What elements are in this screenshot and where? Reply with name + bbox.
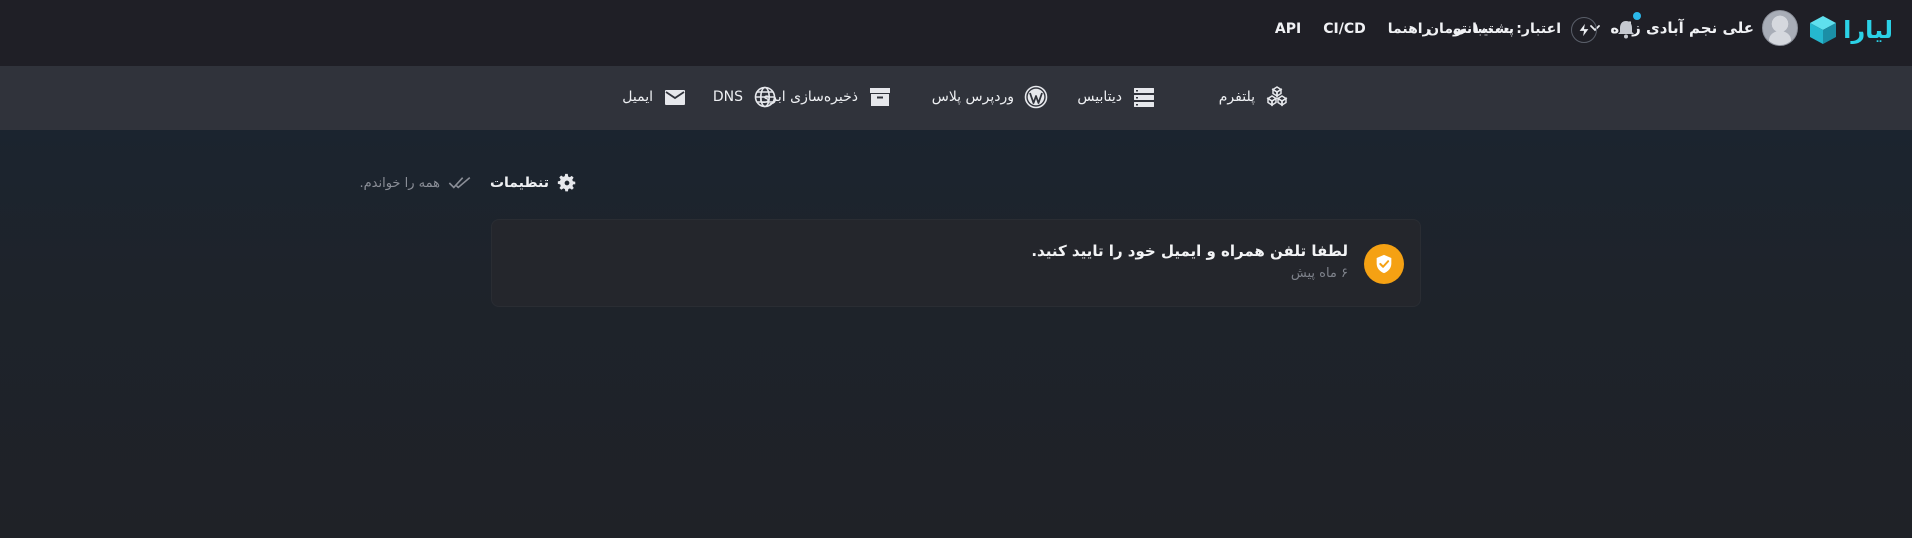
notification-icon	[1364, 244, 1404, 284]
archive-icon	[870, 88, 890, 106]
page-background	[0, 130, 1912, 538]
service-bar: پلتفرم دیتابیس وردپرس پلاس	[0, 66, 1912, 130]
mark-all-read-label: همه را خواندم.	[359, 175, 440, 191]
service-label: پلتفرم	[1218, 89, 1255, 105]
avatar	[1762, 10, 1798, 46]
nav-support[interactable]: پشتیبانی	[1453, 21, 1514, 37]
service-wordpress[interactable]: وردپرس پلاس	[932, 84, 1048, 110]
brand-name: لیارا	[1843, 16, 1893, 44]
cube-logo-icon	[1810, 16, 1837, 44]
top-bar: لیارا علی نجم آبادی زاده اعتبار: ۱،۰۰۰ ت…	[0, 0, 1912, 66]
notification-badge	[1633, 12, 1641, 20]
lightning-icon	[1579, 23, 1589, 37]
notification-title: لطفا تلفن همراه و ایمیل خود را تایید کنی…	[1031, 242, 1348, 260]
bell-icon	[1618, 21, 1634, 39]
service-platform[interactable]: پلتفرم	[1219, 84, 1289, 110]
service-dns[interactable]: DNS	[713, 84, 777, 110]
service-cloud-storage[interactable]: ذخیره‌سازی ابری	[759, 84, 892, 110]
service-label: وردپرس پلاس	[931, 89, 1014, 105]
globe-icon	[754, 86, 776, 108]
wordpress-icon	[1024, 85, 1048, 109]
service-label: دیتابیس	[1077, 89, 1122, 105]
notification-time: ۶ ماه پیش	[1290, 266, 1348, 281]
notification-card[interactable]: لطفا تلفن همراه و ایمیل خود را تایید کنی…	[491, 219, 1421, 307]
settings-button[interactable]: تنظیمات	[490, 172, 578, 194]
top-nav: پشتیبانی راهنما CI/CD API	[1275, 17, 1514, 41]
settings-label: تنظیمات	[489, 175, 549, 191]
service-email[interactable]: ایمیل	[622, 84, 687, 110]
nav-guide[interactable]: راهنما	[1388, 21, 1431, 37]
double-check-icon	[448, 177, 471, 189]
mark-all-read-button[interactable]: همه را خواندم.	[359, 175, 471, 191]
service-label: DNS	[712, 89, 743, 105]
charge-credit-button[interactable]	[1571, 17, 1597, 43]
mail-icon	[665, 90, 685, 105]
platform-icon	[1266, 86, 1288, 107]
brand-logo[interactable]: لیارا	[1807, 13, 1893, 47]
nav-api[interactable]: API	[1275, 21, 1301, 37]
shield-check-icon	[1376, 254, 1392, 274]
nav-cicd[interactable]: CI/CD	[1323, 21, 1366, 37]
service-database[interactable]: دیتابیس	[1077, 84, 1156, 110]
database-icon	[1134, 88, 1154, 107]
gear-icon	[557, 173, 576, 192]
notification-bell[interactable]	[1615, 12, 1641, 40]
service-label: ایمیل	[622, 89, 653, 105]
notification-actions: تنظیمات همه را خواندم.	[359, 172, 578, 194]
